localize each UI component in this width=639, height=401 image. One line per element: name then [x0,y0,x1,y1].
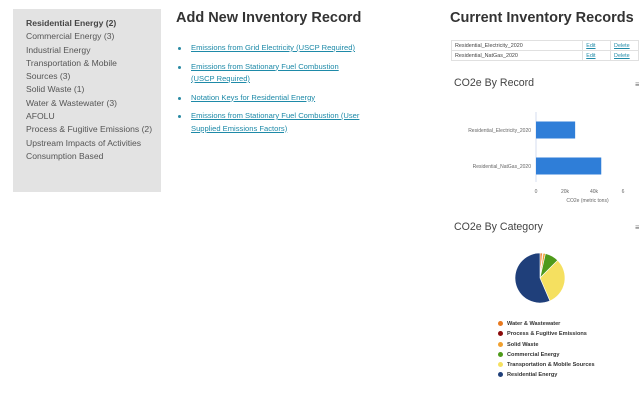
legend-item[interactable]: Transportation & Mobile Sources [498,362,595,372]
record-chart-title: CO2e By Record [454,77,535,89]
sidebar-item[interactable]: Solid Waste (1) [26,83,161,96]
legend-label: Commercial Energy [507,351,560,358]
legend-item[interactable]: Residential Energy [498,372,595,382]
sidebar-item[interactable]: Residential Energy (2) [26,17,161,30]
legend-dot-icon [498,351,503,357]
delete-link[interactable]: Delete [610,50,639,61]
legend-label: Solid Waste [507,341,539,348]
delete-link[interactable]: Delete [610,40,639,51]
category-sidebar: Residential Energy (2) Commercial Energy … [13,9,161,192]
bullet-icon [178,96,181,100]
category-label: Residential_Electricity_2020 [468,128,531,134]
add-record-item: Notation Keys for Residential Energy [178,92,398,105]
legend-label: Residential Energy [507,372,558,379]
legend-label: Water & Wastewater [507,321,561,327]
sidebar-item[interactable]: Commercial Energy (3) [26,30,161,43]
link-text-line: Emissions from Grid Electricity (USCP Re… [191,43,356,52]
table-row: Residential_NatGas_2020 Edit Delete [450,50,639,61]
bar[interactable] [536,121,576,139]
link-text-line: Notation Keys for Residential Energy [191,92,316,102]
bullet-icon [178,115,181,118]
bullet-icon [178,47,181,50]
legend-item[interactable]: Water & Wastewater [498,321,595,331]
add-record-link[interactable]: Emissions from Stationary Fuel Combustio… [191,62,339,84]
add-record-link[interactable]: Notation Keys for Residential Energy [191,93,315,102]
sidebar-item[interactable]: Water & Wastewater (3) [26,97,161,110]
tick-label: 40k [590,189,599,195]
legend-dot-icon [498,372,503,378]
link-text-line: Emissions from Stationary Fuel Combustio… [191,111,360,120]
record-name: Residential_Electricity_2020 [450,40,584,51]
sidebar-item[interactable]: Industrial Energy [26,44,161,57]
sidebar-item[interactable]: AFOLU [26,110,161,123]
tick-label: 0 [535,189,538,195]
bar[interactable] [536,157,602,175]
add-record-links: Emissions from Grid Electricity (USCP Re… [178,42,398,141]
link-text-line: Emissions from Stationary Fuel Combustio… [191,61,339,71]
add-record-title: Add New Inventory Record [176,10,362,26]
sidebar-item[interactable]: Transportation & Mobile [26,57,161,70]
current-records-title: Current Inventory Records [450,10,634,26]
legend-dot-icon [498,362,503,368]
link-text-line: (USCP Required) [191,74,250,83]
tick-label: 6 [622,189,625,195]
pie-legend: Water & Wastewater Process & Fugitive Emi… [498,321,595,383]
category-chart-title: CO2e By Category [454,221,543,233]
legend-item[interactable]: Solid Waste [498,341,595,352]
record-bar-chart: Residential_Electricity_2020 Residential_… [468,112,625,204]
add-record-item: Emissions from Grid Electricity (USCP Re… [178,42,398,55]
record-name: Residential_NatGas_2020 [450,50,584,61]
add-record-item: Emissions from Stationary Fuel Combustio… [178,110,398,135]
link-text-line: Supplied Emissions Factors) [191,123,288,133]
chart-menu-icon[interactable]: ≡ [635,80,639,89]
legend-dot-icon [498,341,503,347]
category-pie-chart [514,252,566,304]
bullet-icon [178,65,181,69]
tick-label: 20k [561,189,570,195]
add-record-link[interactable]: Emissions from Stationary Fuel Combustio… [191,111,359,133]
legend-item[interactable]: Commercial Energy [498,351,595,362]
sidebar-item[interactable]: Upstream Impacts of Activities [26,137,161,150]
legend-dot-icon [498,321,503,326]
add-record-item: Emissions from Stationary Fuel Combustio… [178,61,398,86]
add-record-link[interactable]: Emissions from Grid Electricity (USCP Re… [191,43,355,52]
x-axis-label: CO2e (metric tons) [566,198,609,204]
table-row: Residential_Electricity_2020 Edit Delete [450,40,639,51]
edit-link[interactable]: Edit [582,50,612,61]
legend-dot-icon [498,331,503,337]
sidebar-item[interactable]: Sources (3) [26,70,161,83]
category-label: Residential_NatGas_2020 [473,164,532,170]
legend-label: Process & Fugitive Emissions [507,331,587,338]
legend-item[interactable]: Process & Fugitive Emissions [498,331,595,341]
sidebar-item[interactable]: Process & Fugitive Emissions (2) [26,123,161,136]
sidebar-item[interactable]: Consumption Based [26,150,161,163]
legend-label: Transportation & Mobile Sources [507,362,595,369]
chart-menu-icon[interactable]: ≡ [635,223,639,232]
records-table: Residential_Electricity_2020 Edit Delete Re… [450,40,639,61]
edit-link[interactable]: Edit [582,40,612,51]
